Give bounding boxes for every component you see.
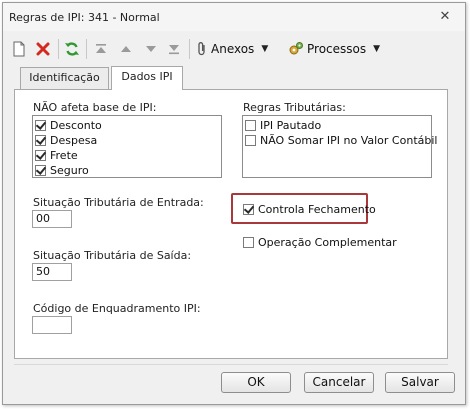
window-title: Regras de IPI: 341 - Normal xyxy=(9,11,160,24)
checkbox[interactable] xyxy=(35,120,46,131)
new-document-icon[interactable] xyxy=(12,39,26,59)
nao-afeta-list: Desconto Despesa Frete Seguro xyxy=(32,115,222,178)
list-item-frete[interactable]: Frete xyxy=(35,148,78,163)
ok-button[interactable]: OK xyxy=(221,372,291,393)
attachments-label: Anexos xyxy=(211,42,255,56)
list-item-ipi-pautado[interactable]: IPI Pautado xyxy=(245,118,321,133)
paperclip-icon xyxy=(198,42,205,56)
refresh-icon[interactable] xyxy=(64,39,80,59)
sit-saida-input[interactable]: 50 xyxy=(32,263,72,281)
controla-fechamento-checkbox[interactable]: Controla Fechamento xyxy=(243,203,376,216)
checkbox[interactable] xyxy=(243,204,254,215)
checkbox[interactable] xyxy=(35,150,46,161)
gears-icon xyxy=(289,42,303,55)
close-icon[interactable]: ✕ xyxy=(439,10,451,23)
toolbar-separator xyxy=(86,39,87,59)
checkbox[interactable] xyxy=(243,237,254,248)
tab-identificacao[interactable]: Identificação xyxy=(20,67,109,89)
checkbox[interactable] xyxy=(35,135,46,146)
list-item-despesa[interactable]: Despesa xyxy=(35,133,97,148)
nao-afeta-label: NÃO afeta base de IPI: xyxy=(33,101,157,114)
controla-fechamento-label: Controla Fechamento xyxy=(258,203,376,216)
chevron-down-icon: ▼ xyxy=(261,44,269,54)
cod-enq-input[interactable] xyxy=(32,316,72,334)
previous-record-icon[interactable] xyxy=(119,39,133,59)
cancel-button[interactable]: Cancelar xyxy=(304,372,374,393)
title-bar: Regras de IPI: 341 - Normal ✕ xyxy=(3,3,465,31)
first-record-icon[interactable] xyxy=(94,39,108,59)
tab-dados-ipi[interactable]: Dados IPI xyxy=(111,66,183,90)
chevron-down-icon: ▼ xyxy=(373,44,381,54)
last-record-icon[interactable] xyxy=(167,39,181,59)
cod-enq-label: Código de Enquadramento IPI: xyxy=(33,302,201,315)
save-button[interactable]: Salvar xyxy=(385,372,455,393)
operacao-complementar-checkbox[interactable]: Operação Complementar xyxy=(243,236,397,249)
toolbar-separator xyxy=(58,39,59,59)
attachments-button[interactable]: Anexos ▼ xyxy=(196,39,268,59)
processes-button[interactable]: Processos ▼ xyxy=(288,39,380,59)
checkbox[interactable] xyxy=(35,165,46,176)
delete-icon[interactable] xyxy=(36,39,50,59)
processes-label: Processos xyxy=(307,42,367,56)
footer-divider xyxy=(14,364,448,365)
regras-label: Regras Tributárias: xyxy=(243,101,346,114)
list-item-seguro[interactable]: Seguro xyxy=(35,163,89,178)
sit-entrada-input[interactable]: 00 xyxy=(32,210,72,228)
operacao-complementar-label: Operação Complementar xyxy=(258,236,397,249)
sit-entrada-label: Situação Tributária de Entrada: xyxy=(33,196,204,209)
regras-list: IPI Pautado NÃO Somar IPI no Valor Contá… xyxy=(242,115,437,178)
next-record-icon[interactable] xyxy=(144,39,158,59)
toolbar-separator xyxy=(189,39,190,59)
checkbox[interactable] xyxy=(245,135,256,146)
list-item-desconto[interactable]: Desconto xyxy=(35,118,102,133)
toolbar: Anexos ▼ Processos ▼ xyxy=(6,33,462,65)
checkbox[interactable] xyxy=(245,120,256,131)
sit-saida-label: Situação Tributária de Saída: xyxy=(33,249,192,262)
list-item-nao-somar-ipi[interactable]: NÃO Somar IPI no Valor Contábil xyxy=(245,133,437,148)
